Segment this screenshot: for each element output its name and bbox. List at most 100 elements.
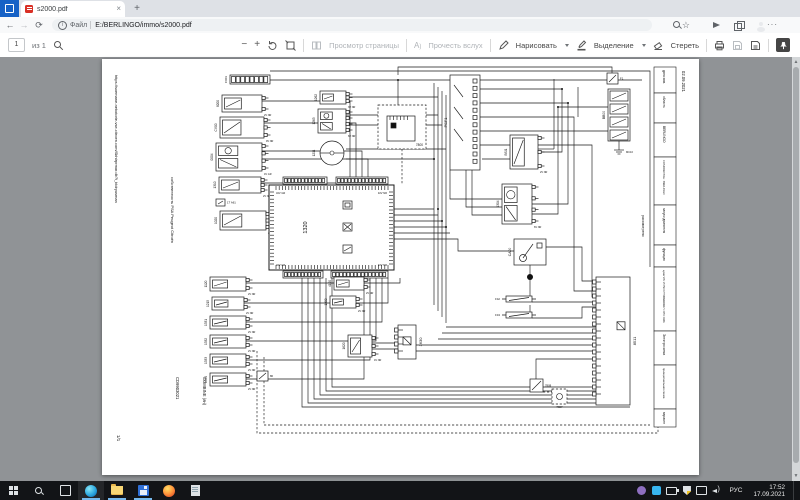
svg-text:BERLINGO: BERLINGO	[662, 126, 666, 143]
tray-security-shield-icon[interactable]	[681, 485, 692, 496]
highlight-icon[interactable]	[576, 39, 587, 51]
taskbar-app-notepad[interactable]	[182, 481, 208, 500]
erase-label[interactable]: Стереть	[671, 41, 699, 50]
rotate-page-icon[interactable]	[267, 40, 278, 51]
svg-text:кузов VIN: VF7MCRHY9B66618617: кузов VIN: VF7MCRHY9B66618617 / OPR: 912…	[662, 270, 665, 323]
language-indicator[interactable]: РУС	[726, 487, 745, 494]
browser-tab[interactable]: s2000.pdf ×	[21, 1, 125, 17]
save-icon[interactable]	[732, 40, 743, 51]
svg-text:7807: 7807	[556, 405, 563, 409]
tray-network-icon[interactable]	[696, 485, 708, 496]
pdf-file-icon	[25, 5, 33, 13]
svg-text:0004: 0004	[210, 153, 214, 160]
tab-close-icon[interactable]: ×	[116, 5, 121, 13]
back-button[interactable]: ←	[4, 19, 16, 31]
svg-text:собственность PSA Peugeot Citr: собственность PSA Peugeot Citroën	[170, 177, 175, 243]
windows-logo-icon	[8, 486, 18, 495]
svg-text:1331: 1331	[204, 319, 208, 326]
read-aloud-icon: A)	[413, 40, 422, 50]
svg-text:2V NR: 2V NR	[248, 369, 256, 372]
system-tray: РУС 17:52 17.09.2021	[636, 481, 800, 500]
taskbar-search-button[interactable]	[26, 481, 52, 500]
svg-text:1263: 1263	[312, 117, 316, 124]
erase-icon[interactable]	[653, 40, 664, 51]
svg-text:4V NR: 4V NR	[374, 359, 382, 362]
taskbar-app-firefox[interactable]	[156, 481, 182, 500]
svg-text:4V GR: 4V GR	[264, 173, 272, 176]
taskbar-app-explorer[interactable]	[104, 481, 130, 500]
page-view-label[interactable]: Просмотр страницы	[329, 41, 399, 50]
refresh-button[interactable]: ⟳	[33, 19, 45, 31]
svg-text:1211: 1211	[312, 149, 316, 156]
tray-volume-icon[interactable]	[711, 485, 722, 496]
read-aloud-label[interactable]: Прочесть вслух	[428, 41, 482, 50]
svg-text:2V NR: 2V NR	[248, 293, 256, 296]
pdf-search-icon[interactable]	[53, 40, 64, 51]
draw-options-caret-icon[interactable]	[564, 43, 569, 47]
svg-text:32V NR: 32V NR	[378, 191, 387, 195]
vertical-tabs-button[interactable]	[0, 0, 19, 17]
svg-text:1020: 1020	[214, 217, 218, 224]
taskbar-app-save-tool[interactable]	[130, 481, 156, 500]
scroll-down-arrow-icon[interactable]: ▼	[792, 471, 800, 481]
tray-messenger-icon[interactable]	[636, 485, 647, 496]
tray-telegram-icon[interactable]	[651, 485, 662, 496]
svg-text:6V NR: 6V NR	[534, 226, 542, 229]
svg-text:COMBINE (ян): COMBINE (ян)	[202, 377, 207, 406]
add-favorite-star-icon[interactable]: ☆	[682, 20, 690, 30]
svg-text:1320: 1320	[303, 221, 309, 233]
highlight-label[interactable]: Выделение	[594, 41, 634, 50]
scrollbar-thumb[interactable]	[793, 67, 799, 463]
page-count-label: из 1	[32, 40, 46, 50]
fit-to-page-icon[interactable]	[285, 39, 296, 51]
svg-text:1630: 1630	[418, 337, 423, 347]
save-as-icon[interactable]	[750, 40, 761, 51]
page-view-icon[interactable]	[311, 40, 322, 51]
floppy-disk-icon	[137, 485, 149, 496]
task-view-icon	[59, 485, 71, 496]
taskbar-clock[interactable]: 17:52 17.09.2021	[749, 484, 789, 498]
task-view-button[interactable]	[52, 481, 78, 500]
clock-time: 17:52	[769, 483, 785, 491]
svg-text:запуск двигателя: запуск двигателя	[662, 208, 666, 233]
page-number-input[interactable]: 1	[8, 38, 25, 52]
svg-text:2V NR: 2V NR	[264, 114, 272, 117]
url-scheme-label: Файл	[70, 21, 88, 29]
show-desktop-button[interactable]	[793, 481, 798, 500]
draw-pen-icon[interactable]	[498, 39, 509, 51]
browser-menu-icon[interactable]: ···	[767, 20, 778, 29]
svg-text:2V NR: 2V NR	[540, 171, 548, 174]
svg-text:1333: 1333	[204, 357, 208, 364]
url-field[interactable]: i Файл E:/BERLINGO/immo/s2000.pdf	[52, 19, 652, 31]
highlight-options-caret-icon[interactable]	[641, 43, 646, 47]
svg-text:F42: F42	[495, 297, 500, 301]
draw-label[interactable]: Нарисовать	[516, 41, 557, 50]
svg-text:2V NR: 2V NR	[248, 350, 256, 353]
scroll-up-arrow-icon[interactable]: ▲	[792, 57, 800, 67]
svg-text:1/1: 1/1	[116, 435, 121, 442]
firefox-icon	[163, 484, 175, 497]
browser-tab-strip: s2000.pdf × +	[0, 0, 800, 17]
taskbar-app-edge[interactable]	[78, 481, 104, 500]
svg-text:4100: 4100	[328, 280, 332, 287]
site-info-icon[interactable]: i	[58, 20, 67, 30]
svg-text:область: область	[662, 96, 666, 108]
svg-text:CV00: CV00	[214, 123, 218, 131]
vertical-scrollbar[interactable]: ▲ ▼	[792, 57, 800, 481]
new-tab-button[interactable]: +	[131, 3, 143, 15]
print-icon[interactable]	[714, 40, 725, 51]
zoom-out-button[interactable]: −	[241, 40, 247, 50]
svg-text:CD9903021: CD9903021	[175, 377, 180, 400]
tab-title: s2000.pdf	[37, 5, 68, 13]
tray-battery-icon[interactable]	[666, 485, 679, 496]
vertical-tabs-icon	[5, 4, 14, 13]
svg-text:2V NR: 2V NR	[358, 310, 366, 313]
svg-text:CA00: CA00	[508, 248, 512, 257]
url-text: E:/BERLINGO/immo/s2000.pdf	[95, 21, 192, 29]
zoom-in-button[interactable]: +	[254, 40, 260, 50]
forward-button[interactable]: →	[18, 19, 30, 31]
svg-text:2V NR: 2V NR	[366, 292, 374, 295]
pin-toolbar-button[interactable]	[776, 38, 790, 52]
start-button[interactable]	[0, 481, 26, 500]
svg-text:8511: 8511	[632, 336, 637, 345]
